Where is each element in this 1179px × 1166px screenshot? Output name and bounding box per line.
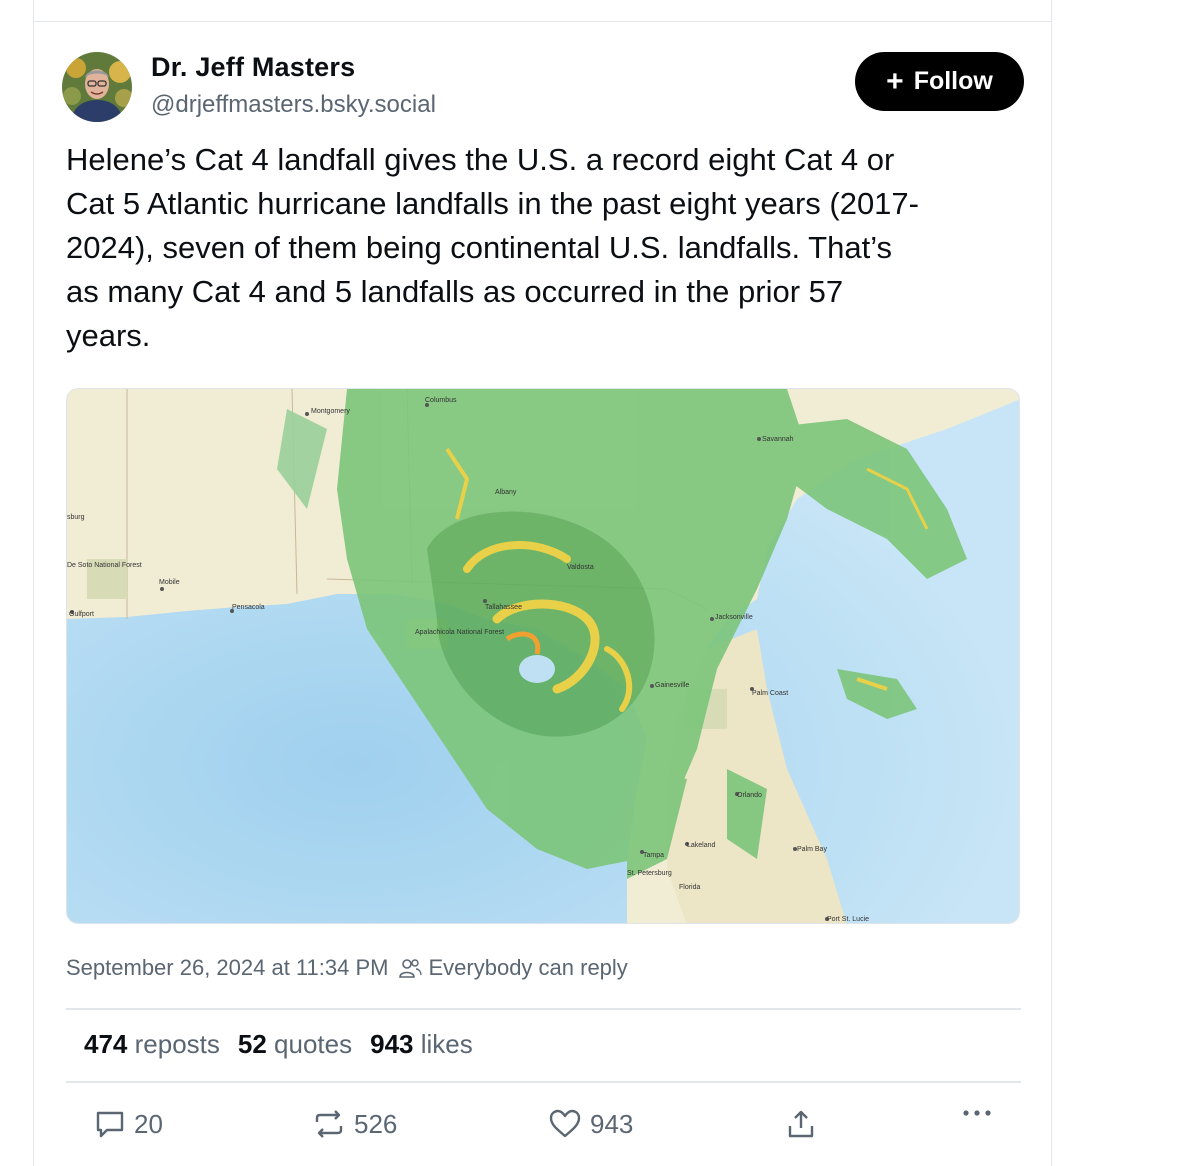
map-label-palm-bay: Palm Bay (797, 846, 827, 853)
likes-label: likes (420, 1029, 473, 1059)
reposts-label: reposts (134, 1029, 220, 1059)
avatar[interactable] (62, 52, 132, 122)
quotes-stat[interactable]: 52 quotes (238, 1029, 352, 1060)
map-label-apalachicola: Apalachicola National Forest (415, 629, 504, 636)
map-label-jacksonville: Jacksonville (715, 614, 753, 621)
map-label-albany: Albany (495, 489, 517, 496)
map-label-montgomery: Montgomery (311, 408, 350, 415)
map-label-st-petersburg: St. Petersburg (627, 870, 672, 877)
map-label-tampa: Tampa (643, 852, 664, 859)
map-label-tallahassee: Tallahassee (485, 604, 522, 611)
radar-map-graphic: Montgomery Columbus Savannah Mobile Pens… (67, 389, 1019, 923)
quotes-label: quotes (274, 1029, 353, 1059)
post-text-line: 2024), seven of them being continental U… (66, 230, 893, 265)
map-label-columbus: Columbus (425, 397, 457, 404)
divider (66, 1008, 1021, 1010)
people-icon (398, 957, 423, 979)
post-text-line: Cat 5 Atlantic hurricane landfalls in th… (66, 186, 919, 221)
repost-count: 526 (354, 1108, 398, 1139)
timestamp[interactable]: September 26, 2024 at 11:34 PM (66, 955, 388, 981)
ellipsis-icon (963, 1110, 991, 1116)
repost-button[interactable]: 526 (312, 1108, 397, 1140)
more-options-button[interactable] (961, 1108, 1003, 1118)
engagement-stats: 474 reposts 52 quotes 943 likes (84, 1029, 473, 1060)
divider (66, 1081, 1021, 1083)
like-count: 943 (590, 1108, 634, 1139)
author-handle[interactable]: @drjeffmasters.bsky.social (151, 91, 436, 119)
like-button[interactable]: 943 (548, 1108, 633, 1140)
map-label-gainesville: Gainesville (655, 682, 689, 689)
map-label-savannah: Savannah (762, 436, 794, 443)
reply-count: 20 (134, 1108, 163, 1139)
likes-count: 943 (370, 1029, 414, 1059)
share-button[interactable] (785, 1108, 825, 1140)
map-label-lakeland: Lakeland (687, 842, 716, 849)
post-text-line: Helene’s Cat 4 landfall gives the U.S. a… (66, 142, 895, 177)
likes-stat[interactable]: 943 likes (370, 1029, 473, 1060)
post-text-line: years. (66, 318, 151, 353)
map-label-mobile: Mobile (159, 579, 180, 586)
share-icon (788, 1110, 814, 1138)
reply-button[interactable]: 20 (94, 1108, 163, 1140)
heart-icon (549, 1109, 581, 1138)
follow-button[interactable]: + Follow (855, 52, 1024, 111)
map-label-gulfport: Gulfport (69, 611, 94, 618)
radar-map-image[interactable]: Montgomery Columbus Savannah Mobile Pens… (66, 388, 1020, 924)
reposts-stat[interactable]: 474 reposts (84, 1029, 220, 1060)
map-label-orlando: Orlando (737, 792, 762, 799)
repost-icon (315, 1110, 343, 1138)
follow-label: Follow (913, 67, 993, 95)
reply-icon (96, 1111, 124, 1138)
map-label-palm-coast: Palm Coast (752, 690, 788, 697)
author-name[interactable]: Dr. Jeff Masters (151, 52, 355, 83)
quotes-count: 52 (237, 1029, 267, 1059)
post-text: Helene’s Cat 4 landfall gives the U.S. a… (66, 138, 1026, 358)
post-text-line: as many Cat 4 and 5 landfalls as occurre… (66, 274, 844, 309)
map-label-de-soto: De Soto National Forest (67, 562, 142, 569)
map-label-florida: Florida (679, 884, 701, 891)
map-label-hattiesburg: sburg (67, 514, 85, 521)
map-label-pensacola: Pensacola (232, 604, 265, 611)
reposts-count: 474 (84, 1029, 128, 1059)
reply-setting: Everybody can reply (428, 955, 628, 980)
map-label-port-st-lucie: Port St. Lucie (827, 916, 869, 923)
top-divider (33, 21, 1052, 22)
map-label-valdosta: Valdosta (567, 564, 594, 571)
plus-icon: + (886, 64, 904, 98)
post-meta: September 26, 2024 at 11:34 PM Everybody… (66, 955, 628, 981)
